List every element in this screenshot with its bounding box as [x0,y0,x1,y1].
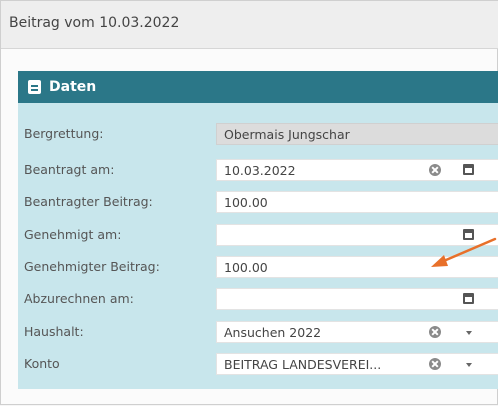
annotation-arrow-line [437,237,497,265]
annotation-arrow [431,237,497,267]
annotation-arrowhead [431,255,448,267]
beitrag-window: Beitrag vom 10.03.2022 Daten Bergrettung… [0,0,498,405]
